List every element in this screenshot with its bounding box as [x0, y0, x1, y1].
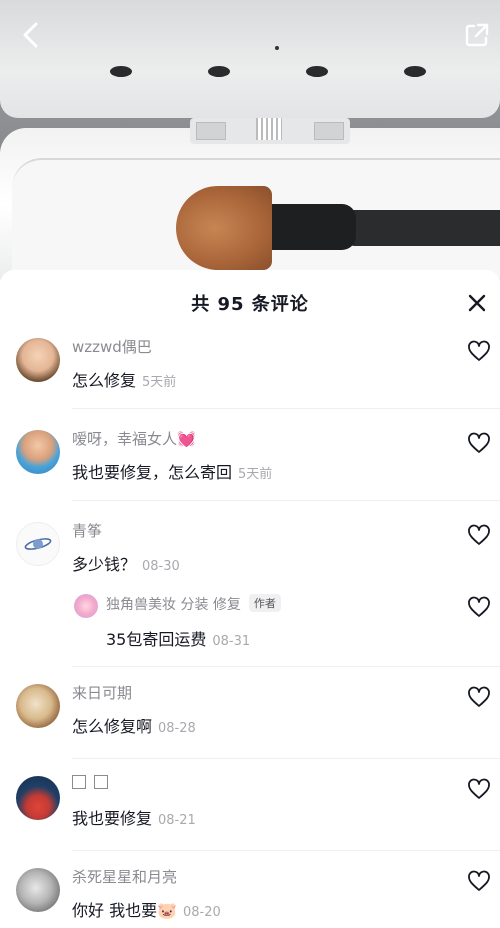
lid-dot: [275, 46, 279, 50]
comment-text: 我也要修复，怎么寄回 5天前: [72, 459, 272, 483]
comment-username[interactable]: 青筝: [72, 520, 102, 541]
comment-body: 怎么修复: [72, 371, 137, 390]
comment-time: 08-28: [158, 721, 196, 736]
comment-item[interactable]: wzzwd偶巴 怎么修复 5天前: [0, 336, 500, 428]
share-icon: [465, 23, 489, 47]
comment-item[interactable]: 来日可期 怎么修复啊 08-28: [0, 682, 500, 774]
like-button[interactable]: [466, 594, 492, 620]
comment-time: 08-20: [183, 905, 221, 920]
comment-body: 我也要修复，怎么寄回: [72, 463, 233, 482]
case-clasp: [256, 118, 282, 140]
comment-username[interactable]: wzzwd偶巴: [72, 336, 152, 357]
comment-text: 你好 我也要🐷 08-20: [72, 897, 221, 921]
like-button[interactable]: [466, 776, 492, 802]
unknown-glyph: [94, 775, 108, 789]
close-button[interactable]: [464, 290, 490, 316]
video-preview[interactable]: [0, 0, 500, 280]
comment-time: 5天前: [238, 467, 273, 482]
heart-icon: [468, 340, 490, 361]
divider: [72, 500, 500, 501]
divider: [72, 758, 500, 759]
comment-text: 我也要修复 08-21: [72, 805, 196, 829]
heart-icon: [468, 778, 490, 799]
lid-hole: [306, 66, 328, 77]
sheet-title: 共 95 条评论: [191, 294, 309, 315]
comment-username[interactable]: 嗳呀，幸福女人💓: [72, 428, 196, 449]
avatar[interactable]: [16, 776, 60, 820]
comment-text: 怎么修复 5天前: [72, 367, 176, 391]
reply-text: 35包寄回运费 08-31: [106, 626, 250, 650]
comment-body: 你好 我也要🐷: [72, 901, 178, 920]
avatar[interactable]: [16, 522, 60, 566]
unknown-glyph: [72, 775, 86, 789]
avatar[interactable]: [16, 338, 60, 382]
planet-icon: [24, 538, 52, 550]
lid-hole: [110, 66, 132, 77]
comment-body: 多少钱？: [72, 555, 137, 574]
divider: [72, 408, 500, 409]
brush-handle: [350, 210, 500, 246]
author-badge: 作者: [248, 594, 281, 612]
heart-icon: [468, 686, 490, 707]
comment-body: 我也要修复: [72, 809, 153, 828]
heart-icon: [468, 524, 490, 545]
reply-avatar[interactable]: [74, 594, 98, 618]
sheet-header: 共 95 条评论: [0, 270, 500, 336]
comment-time: 08-21: [158, 813, 196, 828]
divider: [72, 666, 500, 667]
lid-hole: [404, 66, 426, 77]
comment-text: 怎么修复啊 08-28: [72, 713, 196, 737]
divider: [72, 850, 500, 851]
heart-icon: [468, 870, 490, 891]
comment-text: 多少钱？ 08-30: [72, 551, 180, 575]
reply-username-text: 独角兽美妆 分装 修复: [106, 597, 241, 613]
close-icon: [468, 294, 486, 312]
comment-body: 怎么修复啊: [72, 717, 153, 736]
heart-icon: [468, 432, 490, 453]
comment-username[interactable]: [72, 774, 116, 792]
avatar[interactable]: [16, 868, 60, 912]
like-button[interactable]: [466, 522, 492, 548]
like-button[interactable]: [466, 430, 492, 456]
reply-body: 35包寄回运费: [106, 630, 207, 649]
comment-time: 5天前: [142, 375, 177, 390]
comment-time: 08-30: [142, 559, 180, 574]
brush-head: [176, 186, 272, 270]
like-button[interactable]: [466, 338, 492, 364]
comment-sheet: 共 95 条评论 wzzwd偶巴 怎么修复 5天前 嗳呀，幸福女人💓 我也要修复，…: [0, 270, 500, 928]
like-button[interactable]: [466, 684, 492, 710]
avatar[interactable]: [16, 684, 60, 728]
reply-username[interactable]: 独角兽美妆 分装 修复 作者: [106, 594, 281, 614]
comment-item[interactable]: 我也要修复 08-21: [0, 774, 500, 866]
like-button[interactable]: [466, 868, 492, 894]
avatar[interactable]: [16, 430, 60, 474]
comment-item[interactable]: 嗳呀，幸福女人💓 我也要修复，怎么寄回 5天前: [0, 428, 500, 520]
back-button[interactable]: [14, 18, 48, 52]
comment-item[interactable]: 青筝 多少钱？ 08-30 独角兽美妆 分装 修复 作者 35包寄回运费 08-31: [0, 520, 500, 682]
lid-hole: [208, 66, 230, 77]
reply-time: 08-31: [212, 634, 251, 649]
heart-icon: [468, 596, 490, 617]
comment-item[interactable]: 杀死星星和月亮 你好 我也要🐷 08-20: [0, 866, 500, 928]
comment-username[interactable]: 来日可期: [72, 682, 132, 703]
comment-username[interactable]: 杀死星星和月亮: [72, 866, 177, 887]
case-lid: [0, 0, 500, 118]
chevron-left-icon: [23, 22, 38, 48]
share-button[interactable]: [460, 18, 494, 52]
